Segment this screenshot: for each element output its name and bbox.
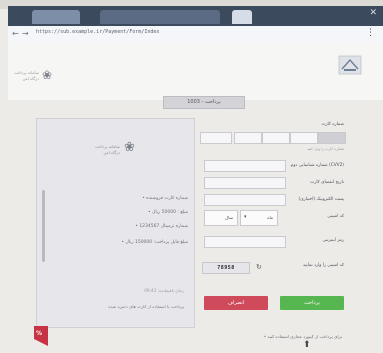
panel-logo-icon: ❀ bbox=[124, 140, 135, 155]
panel-scrollbar[interactable] bbox=[42, 190, 45, 262]
cursor-icon: ⬆ bbox=[303, 340, 311, 350]
url-field[interactable]: https://sub.example.ir/Payment/Form/Inde… bbox=[36, 29, 166, 39]
close-icon[interactable]: ✕ bbox=[369, 8, 377, 18]
captcha-label: کد امنیتی bbox=[327, 214, 344, 219]
browser-tab-active[interactable] bbox=[100, 10, 220, 24]
expiry-year-select[interactable]: سال bbox=[204, 210, 238, 226]
bank-name-field bbox=[200, 132, 232, 144]
card-number-field[interactable] bbox=[262, 132, 290, 144]
page-title: پرداخت - 1003 bbox=[163, 96, 245, 109]
bottom-note: • برای پرداخت از کیبورد مجازی استفاده کن… bbox=[263, 334, 342, 339]
card-number-field[interactable] bbox=[234, 132, 262, 144]
page-title-text: پرداخت - 1003 bbox=[187, 99, 221, 105]
expiry-year-value: سال bbox=[225, 215, 233, 220]
refresh-icon[interactable]: ↻ bbox=[256, 263, 262, 271]
panel-logo-line-2: درگاه امن bbox=[103, 150, 120, 155]
pin-label: رمز اینترنتی bbox=[322, 238, 344, 243]
card-number-field[interactable] bbox=[290, 132, 318, 144]
bank-logo-icon bbox=[338, 55, 362, 75]
email-input[interactable] bbox=[204, 194, 286, 206]
expiry-month-value: ماه bbox=[267, 215, 273, 220]
info-line: • شماره ترمینال 1234567 bbox=[135, 224, 188, 229]
cvv2-input[interactable] bbox=[204, 160, 286, 172]
cvv2-label: شماره شناسایی دوم (CVV2) bbox=[290, 163, 344, 168]
pin-input[interactable] bbox=[204, 236, 286, 248]
info-line: • مبلغ : 50000 ریال bbox=[148, 210, 188, 215]
captcha-image: 78958 bbox=[202, 262, 250, 274]
panel-logo-text: سامانه پرداخت درگاه امن bbox=[86, 144, 120, 156]
captcha-value: 78958 bbox=[217, 265, 235, 271]
card-number-field[interactable] bbox=[318, 132, 346, 144]
card-hint: شماره کارت را وارد کنید bbox=[307, 147, 344, 151]
site-header bbox=[8, 42, 383, 100]
info-line: • شماره کارت فروشنده bbox=[142, 196, 188, 201]
pay-button[interactable]: پرداخت bbox=[280, 296, 344, 310]
menu-icon[interactable]: ⋮ bbox=[366, 28, 375, 38]
expiry-month-select[interactable]: ▾ ماه bbox=[240, 210, 278, 226]
brand-line-2: درگاه امن bbox=[22, 76, 39, 81]
info-line: • مبلغ قابل پرداخت: 150000 ریال bbox=[121, 240, 188, 245]
forward-icon[interactable]: → bbox=[22, 29, 29, 38]
expiry-label: تاریخ انقضای کارت bbox=[310, 180, 344, 185]
email-label: پست الکترونیک (اختیاری) bbox=[298, 197, 344, 202]
cancel-button[interactable]: انصراف bbox=[204, 296, 268, 310]
captcha-input-label: کد امنیتی را وارد نمایید bbox=[303, 263, 344, 268]
back-icon[interactable]: ← bbox=[12, 29, 19, 38]
brand-emblem-icon: ❀ bbox=[42, 68, 53, 82]
chevron-down-icon: ▾ bbox=[244, 214, 247, 220]
saved-cards-checkbox-label[interactable]: پرداخت با استفاده از کارت های ذخیره شده bbox=[44, 304, 184, 309]
url-text: https://sub.example.ir/Payment/Form/Inde… bbox=[36, 29, 160, 35]
new-tab-button[interactable] bbox=[232, 10, 252, 24]
brand-text: سامانه پرداخت درگاه امن bbox=[9, 70, 39, 82]
timer-text: زمان باقیمانده: 09:43 bbox=[144, 288, 184, 293]
browser-tab[interactable] bbox=[32, 10, 80, 24]
card-number-label: شماره کارت bbox=[321, 122, 344, 127]
badge-glyph: % bbox=[36, 330, 43, 337]
expiry-field[interactable] bbox=[204, 177, 286, 189]
